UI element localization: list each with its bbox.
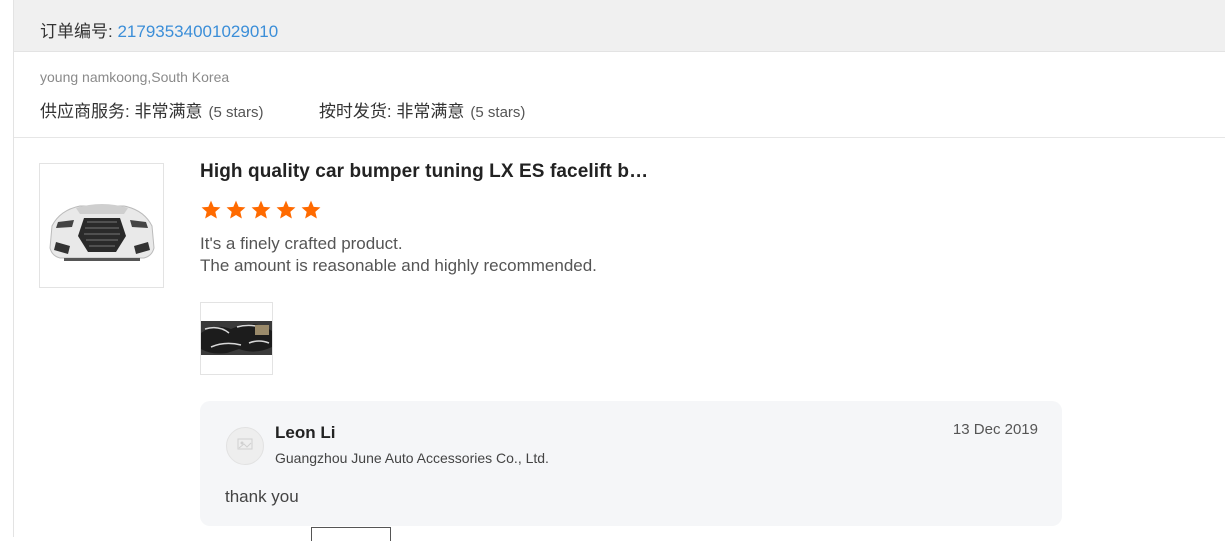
reply-text: thank you [225,487,299,506]
order-number-link[interactable]: 21793534001029010 [117,22,278,41]
buyer-name-country: young namkoong,South Korea [40,69,230,85]
star-icon [301,200,321,219]
seller-company: Guangzhou June Auto Accessories Co., Ltd… [275,450,549,466]
product-title[interactable]: High quality car bumper tuning LX ES fac… [200,161,648,183]
reply-date: 13 Dec 2019 [952,421,1038,438]
review-line: The amount is reasonable and highly reco… [200,256,597,275]
on-time-shipping-value: 非常满意 [396,102,465,121]
car-bumper-image [49,204,155,261]
seller-ratings: 供应商服务: 非常满意 (5 stars) 按时发货: 非常满意 (5 stars) [40,97,525,122]
review-text: It's a finely crafted product. The amoun… [200,233,597,277]
order-number-label: 订单编号: [40,22,118,41]
truncated-button[interactable] [311,527,391,541]
review-photo-image [201,321,272,355]
review-card: 订单编号: 21793534001029010 young namkoong,S… [13,0,1225,541]
section-divider [14,137,1225,138]
star-icon [201,200,221,219]
on-time-shipping-stars: (5 stars) [470,104,526,121]
seller-reply: Leon Li Guangzhou June Auto Accessories … [200,401,1062,526]
order-header: 订单编号: 21793534001029010 [14,0,1225,52]
seller-avatar [226,427,264,465]
supplier-service-label: 供应商服务: [40,102,135,121]
star-icon [276,200,296,219]
order-number-row: 订单编号: 21793534001029010 [40,17,278,42]
product-thumbnail[interactable] [39,163,164,288]
product-star-rating [200,199,322,221]
star-icon [251,200,271,219]
review-photo-thumbnail[interactable] [200,302,273,375]
supplier-service-stars: (5 stars) [208,104,264,121]
review-line: It's a finely crafted product. [200,234,403,253]
star-icon [226,200,246,219]
supplier-service-value: 非常满意 [134,102,203,121]
on-time-shipping-label: 按时发货: [318,102,397,121]
seller-name: Leon Li [275,423,336,442]
avatar-placeholder-icon [237,438,253,450]
